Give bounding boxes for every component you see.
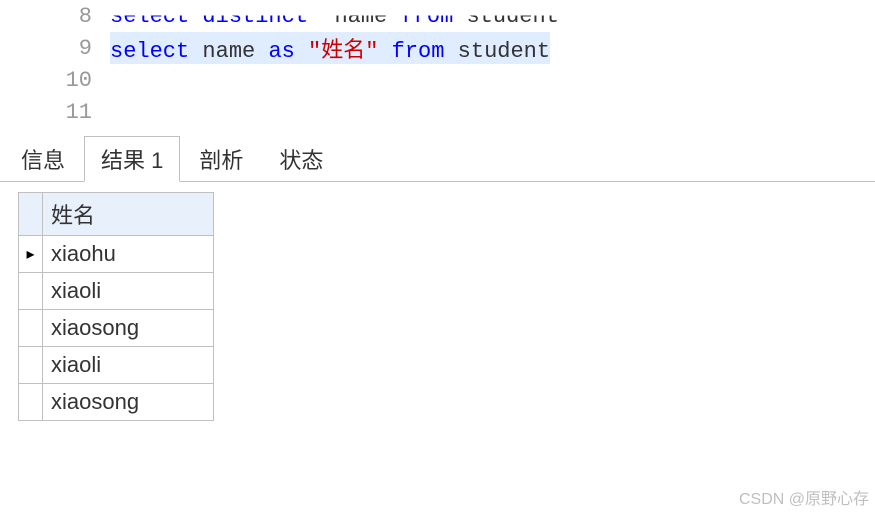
tab-2[interactable]: 剖析: [182, 136, 260, 181]
table-row[interactable]: xiaosong: [19, 310, 213, 347]
result-grid[interactable]: 姓名▸xiaohuxiaolixiaosongxiaolixiaosong: [18, 192, 214, 421]
tab-3[interactable]: 状态: [262, 136, 340, 181]
editor-line[interactable]: 9select name as "姓名" from student: [0, 32, 875, 64]
row-indicator: [19, 193, 43, 235]
code-content[interactable]: select name as "姓名" from student: [110, 32, 550, 64]
line-number: 8: [0, 4, 110, 29]
table-cell[interactable]: xiaosong: [43, 310, 213, 346]
row-indicator: [19, 273, 43, 309]
table-row[interactable]: xiaoli: [19, 273, 213, 310]
line-number: 11: [0, 100, 110, 125]
table-cell[interactable]: xiaoli: [43, 347, 213, 383]
result-tabs: 信息结果 1剖析状态: [0, 136, 875, 182]
table-header-row: 姓名: [19, 193, 213, 236]
tab-0[interactable]: 信息: [4, 136, 82, 181]
table-row[interactable]: xiaoli: [19, 347, 213, 384]
line-number: 9: [0, 36, 110, 61]
sql-editor[interactable]: 8select distinct name from student9selec…: [0, 0, 875, 128]
table-cell[interactable]: xiaoli: [43, 273, 213, 309]
editor-line[interactable]: 11: [0, 96, 875, 128]
editor-line[interactable]: 8select distinct name from student: [0, 0, 875, 32]
row-indicator: [19, 384, 43, 420]
table-cell[interactable]: xiaohu: [43, 236, 213, 272]
table-row[interactable]: ▸xiaohu: [19, 236, 213, 273]
tab-1[interactable]: 结果 1: [84, 136, 180, 182]
table-cell[interactable]: xiaosong: [43, 384, 213, 420]
column-header[interactable]: 姓名: [43, 193, 213, 235]
row-indicator: [19, 347, 43, 383]
row-indicator: [19, 310, 43, 346]
line-number: 10: [0, 68, 110, 93]
editor-line[interactable]: 10: [0, 64, 875, 96]
watermark: CSDN @原野心存: [739, 485, 869, 509]
row-indicator: ▸: [19, 236, 43, 272]
table-row[interactable]: xiaosong: [19, 384, 213, 420]
code-content[interactable]: select distinct name from student: [110, 4, 559, 29]
results-area: 信息结果 1剖析状态 姓名▸xiaohuxiaolixiaosongxiaoli…: [0, 136, 875, 426]
